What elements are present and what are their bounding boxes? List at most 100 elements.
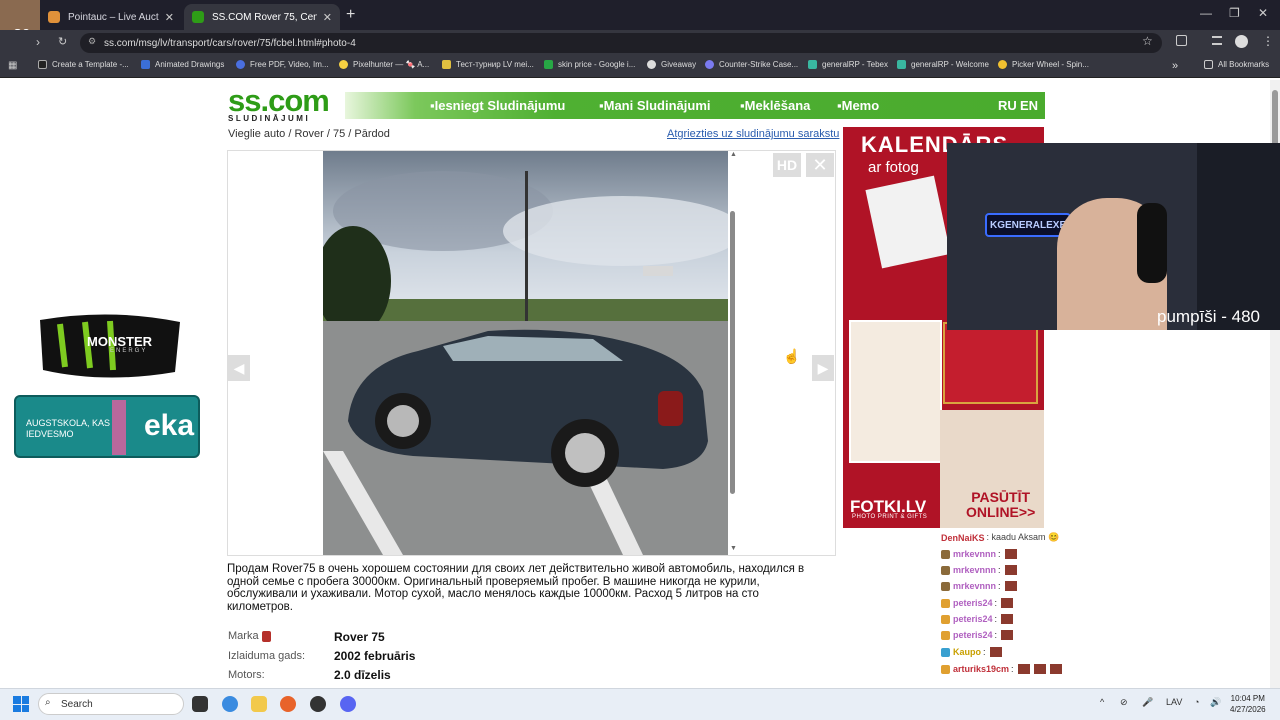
car-photo[interactable]: [323, 151, 728, 555]
badge-icon: [941, 614, 950, 624]
new-tab-icon[interactable]: +: [346, 6, 355, 24]
eka-tagline: AUGSTSKOLA, KAS IEDVESMO: [26, 418, 111, 439]
search-placeholder: Search: [61, 698, 93, 710]
emote-icon: [1001, 598, 1014, 608]
badge-icon: [941, 664, 950, 674]
site-logo[interactable]: ss.com SLUDINĀJUMI: [228, 85, 338, 123]
prev-photo-icon[interactable]: ◀: [228, 355, 250, 381]
chat-message: mrkevnnn:: [941, 565, 1017, 575]
emote-icon: [1004, 565, 1017, 575]
tab-favicon-icon: [192, 11, 204, 23]
mic-icon[interactable]: 🎤: [1142, 697, 1153, 708]
next-photo-icon[interactable]: ▶: [812, 355, 834, 381]
volume-icon[interactable]: 🔊: [1210, 697, 1221, 708]
profile-avatar[interactable]: [1235, 35, 1248, 48]
menu-icon[interactable]: ⋮: [1262, 34, 1274, 48]
bookmark-item[interactable]: Giveaway: [647, 60, 696, 69]
bookmark-item[interactable]: generalRP - Welcome: [897, 60, 989, 69]
site-info-icon[interactable]: ⚙: [88, 36, 96, 47]
breadcrumb[interactable]: Vieglie auto / Rover / 75 / Pārdod: [228, 128, 390, 140]
bookmark-item[interactable]: Counter-Strike Case...: [705, 60, 798, 69]
chat-message: arturiks19cm:: [941, 664, 1062, 674]
media-icon[interactable]: [1212, 36, 1222, 45]
chrome-icon[interactable]: [222, 696, 238, 712]
spec-value: 2002 februāris: [334, 649, 416, 663]
bookmark-item[interactable]: Pixelhunter — 🍬 A...: [339, 60, 429, 69]
forward-icon[interactable]: ›: [36, 35, 40, 49]
emote-icon: [1033, 664, 1046, 674]
badge-icon: [941, 581, 950, 591]
chat-message: mrkevnnn:: [941, 581, 1017, 591]
spec-value[interactable]: Rover 75: [334, 630, 385, 644]
obs-icon[interactable]: [310, 696, 326, 712]
task-view-icon[interactable]: [192, 696, 208, 712]
chat-message: peteris24:: [941, 598, 1014, 608]
gallery-scrollbar[interactable]: ▲ ▼: [729, 151, 737, 555]
close-window-icon[interactable]: ✕: [1258, 6, 1268, 20]
all-bookmarks[interactable]: All Bookmarks: [1204, 60, 1269, 69]
language-indicator[interactable]: LAV: [1166, 697, 1182, 707]
lang-en[interactable]: EN: [1020, 98, 1038, 113]
chat-message: peteris24:: [941, 614, 1014, 624]
eka-stripe: [112, 400, 126, 455]
tab-title: Pointauc – Live Auctions, Lotter: [68, 11, 159, 23]
tab-ss-com[interactable]: SS.COM Rover 75, Cena 1 750 € ✕: [184, 4, 340, 30]
taskbar-search[interactable]: Search: [38, 693, 184, 715]
bookmarks-overflow-icon[interactable]: »: [1172, 60, 1178, 72]
discord-icon[interactable]: [340, 696, 356, 712]
monster-text: MONSTER: [87, 334, 152, 349]
bookmark-star-icon[interactable]: ☆: [1142, 34, 1153, 48]
emote-icon: [1049, 664, 1062, 674]
firefox-icon[interactable]: [280, 696, 296, 712]
spec-value: 2.0 dīzelis: [334, 668, 391, 682]
wifi-icon[interactable]: ◔: [1194, 697, 1199, 707]
minimize-icon[interactable]: —: [1200, 6, 1212, 20]
tab-pointauc[interactable]: Pointauc – Live Auctions, Lotter ✕: [40, 4, 182, 30]
nav-memo[interactable]: ▪Memo: [837, 98, 879, 113]
bookmark-item[interactable]: Тест-турнир LV mei...: [442, 60, 534, 69]
bookmark-item[interactable]: Picker Wheel - Spin...: [998, 60, 1089, 69]
apps-icon[interactable]: ▦: [8, 60, 17, 71]
eka-sponsor-banner: AUGSTSKOLA, KAS IEDVESMO eka: [14, 395, 200, 458]
ad-description: Продам Rover75 в очень хорошем состоянии…: [227, 563, 805, 614]
network-icon[interactable]: ⊘: [1120, 697, 1128, 708]
emote-icon: [1001, 614, 1014, 624]
nav-submit-ad[interactable]: ▪Iesniegt Sludinājumu: [430, 98, 565, 113]
nav-search[interactable]: ▪Meklēšana: [740, 98, 810, 113]
close-gallery-icon[interactable]: ✕: [806, 153, 834, 177]
taskbar-clock[interactable]: 10:04 PM 4/27/2026: [1230, 693, 1266, 715]
calendar-image: [943, 322, 1038, 404]
bookmark-item[interactable]: Free PDF, Video, Im...: [236, 60, 329, 69]
search-icon: ⌕: [45, 697, 51, 708]
restore-icon[interactable]: ❐: [1229, 6, 1240, 20]
windows-start-icon[interactable]: [13, 696, 29, 712]
url-text: ss.com/msg/lv/transport/cars/rover/75/fc…: [104, 37, 356, 49]
badge-icon: [941, 630, 950, 640]
emote-icon: [989, 647, 1002, 657]
file-explorer-icon[interactable]: [251, 696, 267, 712]
spec-label: Izlaiduma gads:: [228, 650, 306, 662]
close-tab-icon[interactable]: ✕: [323, 11, 332, 24]
lang-ru[interactable]: RU: [998, 98, 1017, 113]
eka-logo: eka: [144, 409, 195, 442]
close-tab-icon[interactable]: ✕: [165, 11, 174, 24]
chat-message: peteris24:: [941, 630, 1014, 640]
nav-my-ads[interactable]: ▪Mani Sludinājumi: [599, 98, 711, 113]
bookmark-item[interactable]: skin price - Google i...: [544, 60, 635, 69]
reload-icon[interactable]: ↻: [58, 35, 67, 48]
back-to-list-link[interactable]: Atgriezties uz sludinājumu sarakstu: [667, 128, 839, 140]
emote-icon: [1001, 630, 1014, 640]
address-bar[interactable]: ss.com/msg/lv/transport/cars/rover/75/fc…: [80, 33, 1162, 53]
hd-button[interactable]: HD: [773, 153, 801, 177]
tab-title: SS.COM Rover 75, Cena 1 750 €: [212, 11, 317, 23]
tab-favicon-icon: [48, 11, 60, 23]
mouse-cursor-icon: ☝: [783, 348, 801, 364]
bookmark-item[interactable]: Create a Template -...: [38, 60, 129, 69]
order-online-link[interactable]: PASŪTĪT ONLINE>>: [966, 490, 1035, 520]
badge-icon: [941, 598, 950, 608]
bookmark-item[interactable]: generalRP - Tebex: [808, 60, 888, 69]
rover-brand-icon: [261, 630, 271, 642]
extensions-icon[interactable]: [1176, 35, 1187, 46]
bookmark-item[interactable]: Animated Drawings: [141, 60, 224, 69]
tray-overflow-icon[interactable]: ^: [1100, 697, 1104, 707]
